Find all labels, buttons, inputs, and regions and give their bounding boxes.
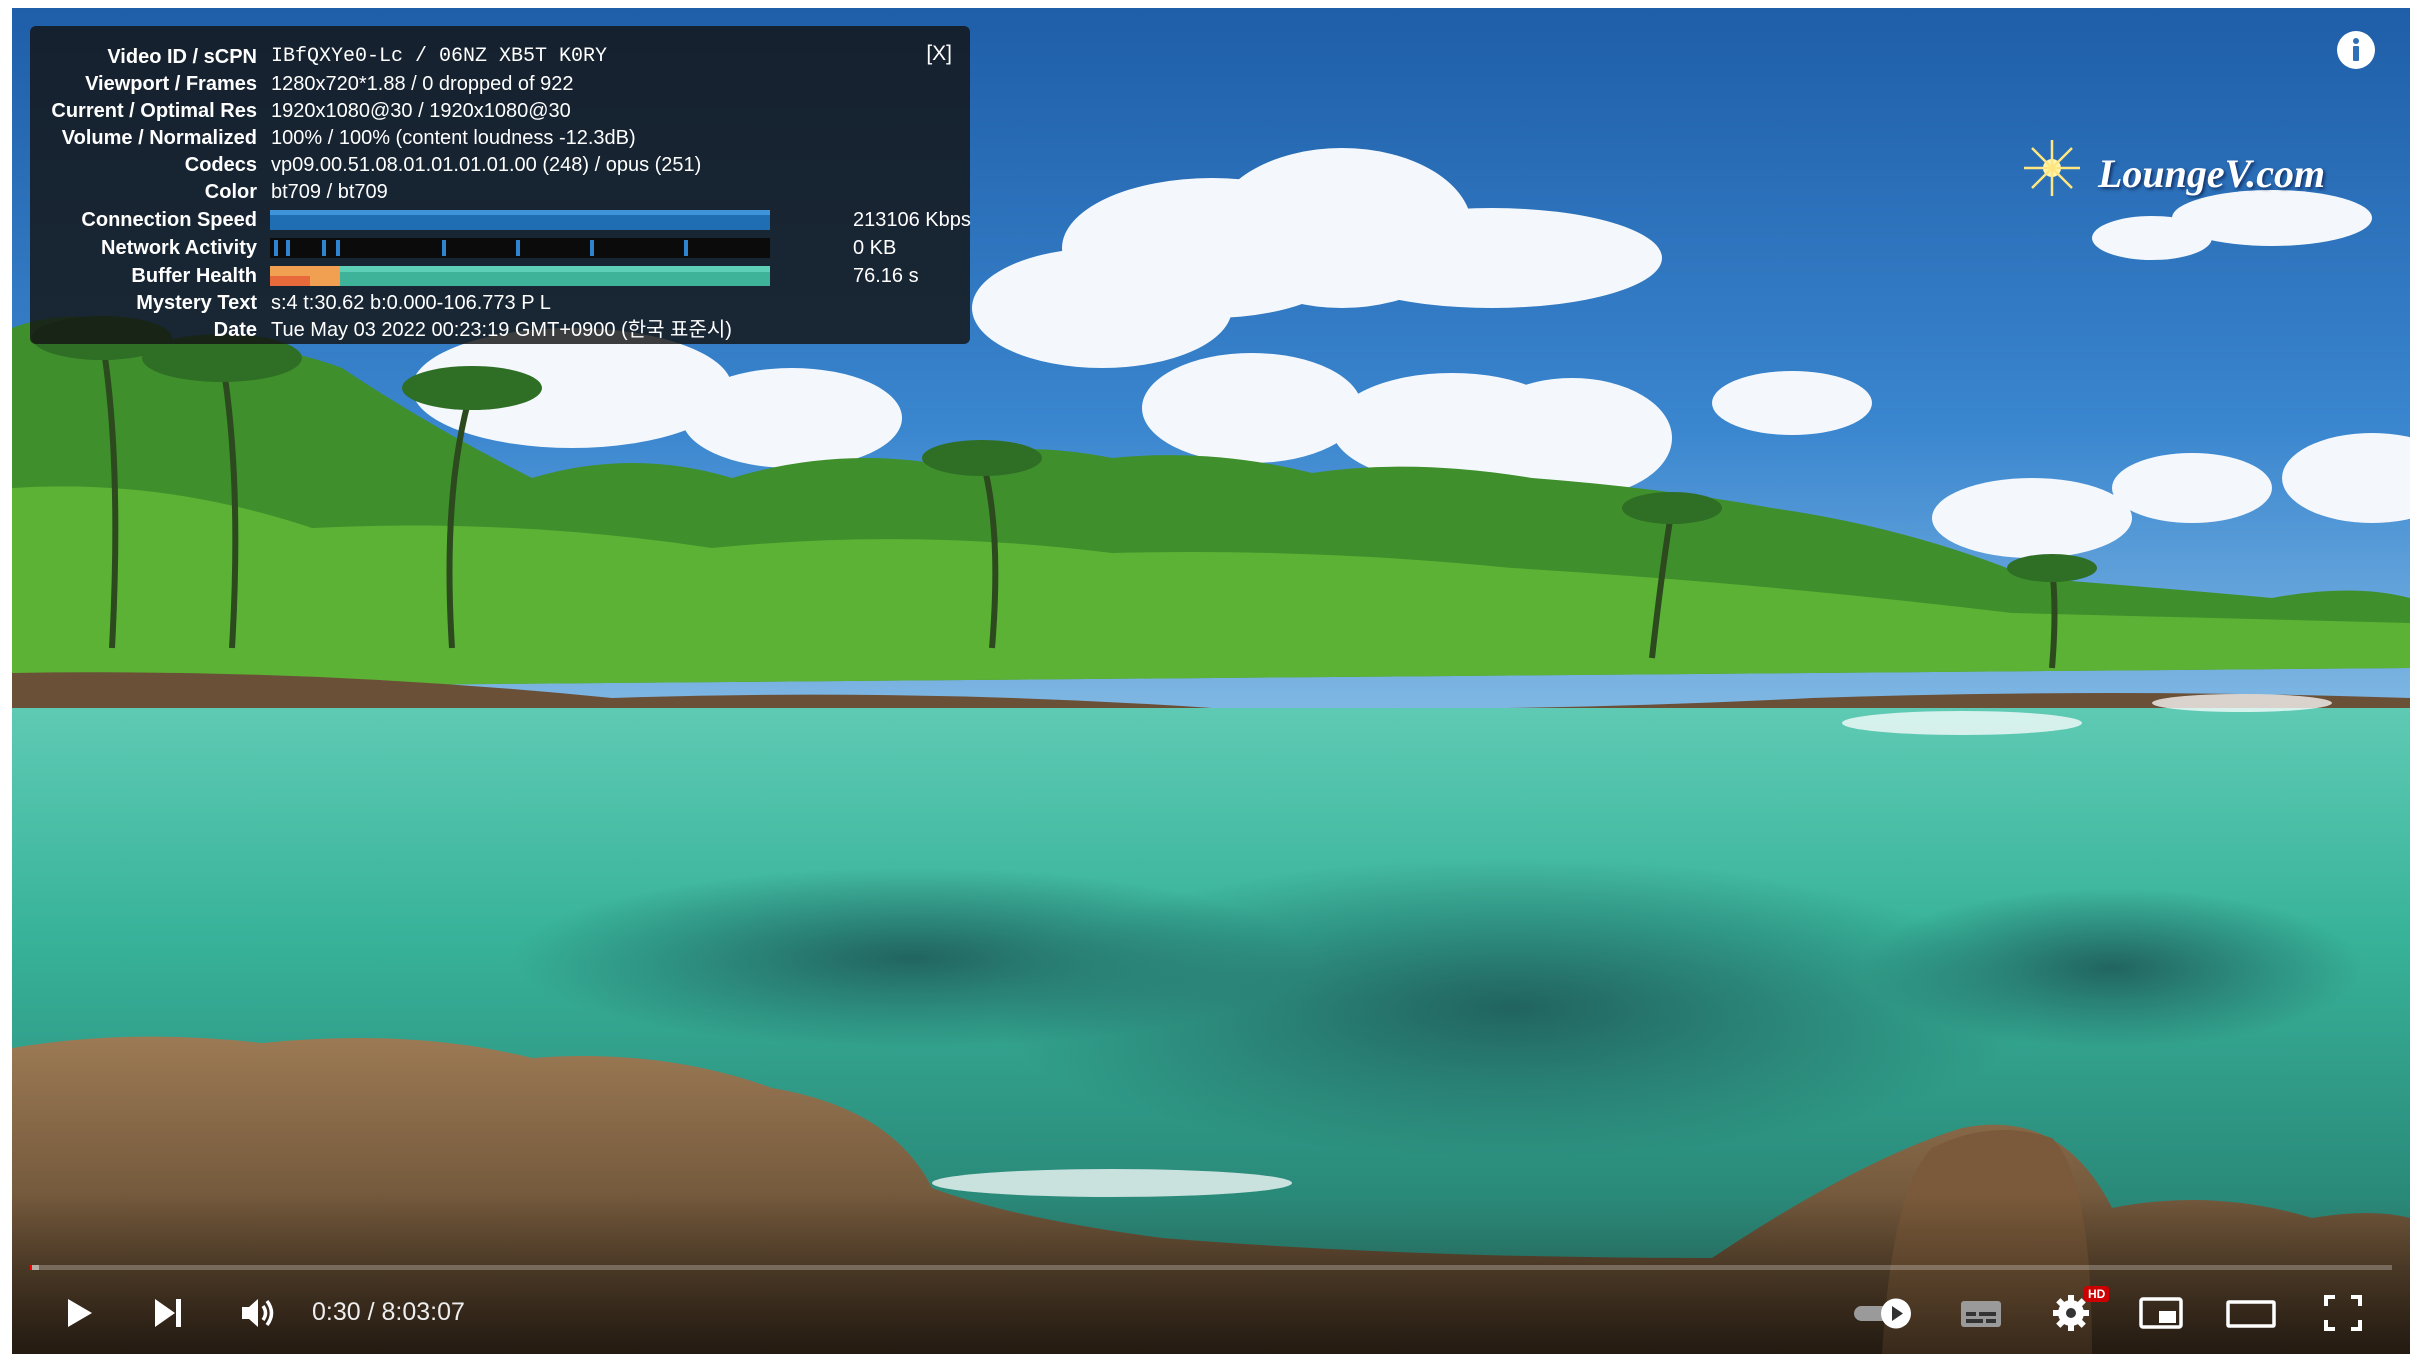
stats-label: Video ID / sCPN (107, 46, 257, 68)
subtitles-button[interactable] (1952, 1284, 2010, 1342)
stats-value: bt709 / bt709 (271, 181, 388, 203)
stats-value: Tue May 03 2022 00:23:19 GMT+0900 (한국 표준… (271, 319, 732, 341)
progress-played (30, 1265, 33, 1270)
stats-value: s:4 t:30.62 b:0.000-106.773 P L (271, 292, 551, 314)
stats-close-button[interactable]: [X] (926, 42, 952, 66)
watermark-text: LoungeV.com (2098, 151, 2326, 196)
video-player[interactable]: [X] Video ID / sCPN IBfQXYe0-Lc / 06NZ X… (12, 8, 2410, 1354)
stats-value: 1920x1080@30 / 1920x1080@30 (271, 100, 571, 122)
theater-mode-button[interactable] (2222, 1284, 2280, 1342)
stats-label: Viewport / Frames (85, 73, 257, 95)
buffer-health-graph (270, 266, 770, 286)
next-button[interactable] (138, 1284, 196, 1342)
stats-label: Mystery Text (136, 292, 257, 314)
volume-button[interactable] (228, 1284, 286, 1342)
stats-label: Buffer Health (131, 265, 257, 287)
stats-value: 1280x720*1.88 / 0 dropped of 922 (271, 73, 574, 95)
stats-value: 0 KB (853, 237, 897, 259)
progress-bar[interactable] (30, 1265, 2392, 1270)
miniplayer-icon (2139, 1297, 2183, 1329)
subtitles-icon (1961, 1301, 2001, 1327)
stats-label: Date (213, 319, 257, 341)
network-activity-graph (270, 238, 770, 258)
stats-label: Codecs (184, 154, 257, 176)
autoplay-toggle[interactable] (1850, 1284, 1920, 1342)
stats-for-nerds-panel: [X] Video ID / sCPN IBfQXYe0-Lc / 06NZ X… (30, 26, 971, 344)
stats-label: Network Activity (101, 237, 257, 259)
volume-icon (242, 1299, 274, 1327)
stats-value: 76.16 s (853, 265, 919, 287)
info-icon[interactable] (2336, 30, 2376, 70)
next-icon (155, 1299, 181, 1327)
stats-label: Connection Speed (81, 209, 257, 231)
fullscreen-icon (2324, 1295, 2362, 1331)
stats-row-buffer-health: Buffer Health 76.16 s (30, 263, 970, 289)
fullscreen-button[interactable] (2314, 1284, 2372, 1342)
star-logo-icon (2024, 140, 2080, 196)
play-button[interactable] (48, 1284, 106, 1342)
miniplayer-button[interactable] (2132, 1284, 2190, 1342)
stats-value: 213106 Kbps (853, 209, 971, 231)
stats-label: Volume / Normalized (61, 127, 257, 149)
stats-value: 100% / 100% (content loudness -12.3dB) (271, 127, 636, 149)
theater-mode-icon (2226, 1300, 2276, 1328)
stats-label: Current / Optimal Res (51, 100, 257, 122)
play-icon (68, 1299, 92, 1327)
autoplay-toggle-icon (1854, 1298, 1911, 1329)
stats-row-connection-speed: Connection Speed 213106 Kbps (30, 207, 970, 233)
connection-speed-graph (270, 210, 770, 230)
stats-row-network-activity: Network Activity 0 KB (30, 235, 970, 261)
hd-badge: HD (2084, 1286, 2110, 1302)
stats-value: vp09.00.51.08.01.01.01.01.00 (248) / opu… (271, 154, 702, 176)
stats-label: Color (204, 181, 257, 203)
time-display: 0:30 / 8:03:07 (312, 1298, 465, 1326)
stats-value: IBfQXYe0-Lc / 06NZ XB5T K0RY (271, 45, 608, 68)
